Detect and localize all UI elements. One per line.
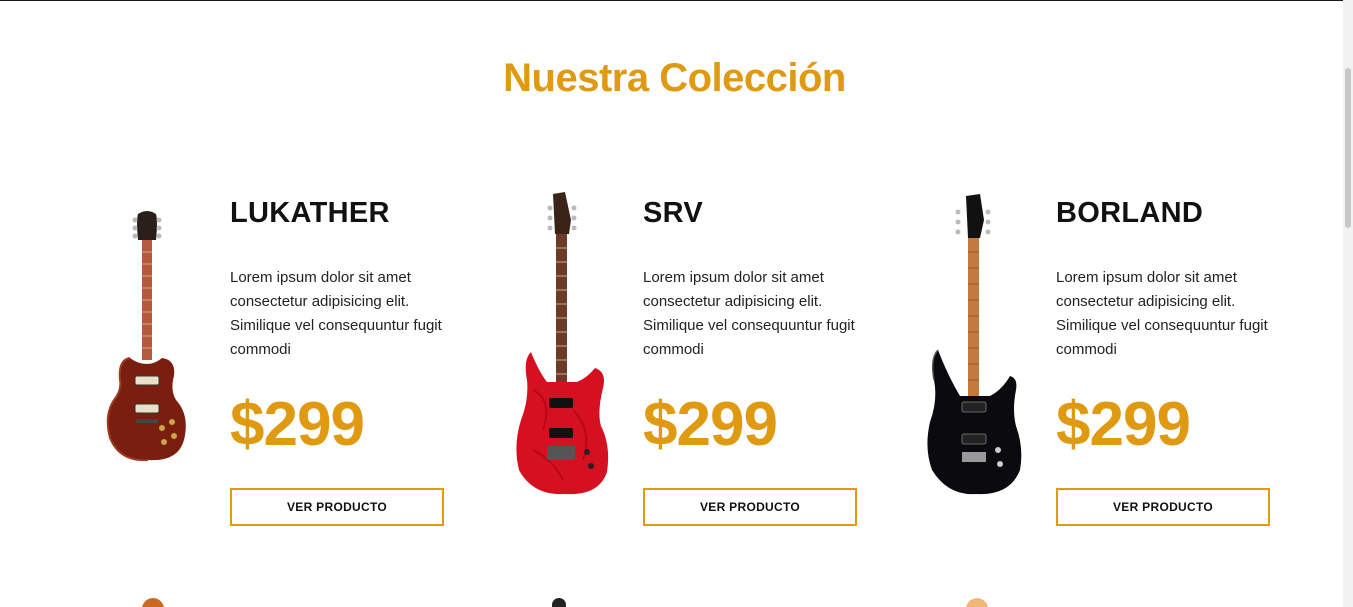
product-name: BORLAND	[1056, 197, 1204, 229]
page-scrollbar[interactable]	[1343, 0, 1353, 607]
product-info: SRV Lorem ipsum dolor sit amet consectet…	[643, 190, 861, 460]
product-info: LUKATHER Lorem ipsum dolor sit amet cons…	[230, 190, 448, 460]
product-info: BORLAND Lorem ipsum dolor sit amet conse…	[1056, 190, 1274, 460]
les-paul-guitar-image	[106, 211, 186, 462]
product-description: Lorem ipsum dolor sit amet consectetur a…	[230, 269, 442, 358]
product-card-borland: BORLAND Lorem ipsum dolor sit amet conse…	[926, 190, 1306, 530]
product-price: $299	[1056, 390, 1191, 459]
view-product-button[interactable]: VER PRODUCTO	[1056, 488, 1270, 526]
view-product-button[interactable]: VER PRODUCTO	[230, 488, 444, 526]
product-price: $299	[230, 390, 365, 459]
superstrat-red-guitar-image	[516, 192, 609, 495]
product-price: $299	[643, 390, 778, 459]
next-row-guitar-peek	[142, 598, 164, 607]
product-card-srv: SRV Lorem ipsum dolor sit amet consectet…	[513, 190, 893, 530]
product-description: Lorem ipsum dolor sit amet consectetur a…	[643, 269, 855, 358]
product-name: LUKATHER	[230, 197, 390, 229]
hero-bottom-edge	[0, 0, 1343, 1]
product-description: Lorem ipsum dolor sit amet consectetur a…	[1056, 269, 1268, 358]
product-card-lukather: LUKATHER Lorem ipsum dolor sit amet cons…	[100, 190, 480, 530]
superstrat-black-guitar-image	[927, 194, 1022, 495]
next-row-guitar-peek	[966, 598, 988, 607]
collection-page: Nuestra Colección LUKATHER Lorem ipsum d…	[0, 0, 1353, 607]
next-row-guitar-peek	[552, 598, 566, 607]
product-name: SRV	[643, 197, 704, 229]
section-title: Nuestra Colección	[503, 56, 846, 100]
scrollbar-thumb[interactable]	[1345, 68, 1351, 228]
view-product-button[interactable]: VER PRODUCTO	[643, 488, 857, 526]
